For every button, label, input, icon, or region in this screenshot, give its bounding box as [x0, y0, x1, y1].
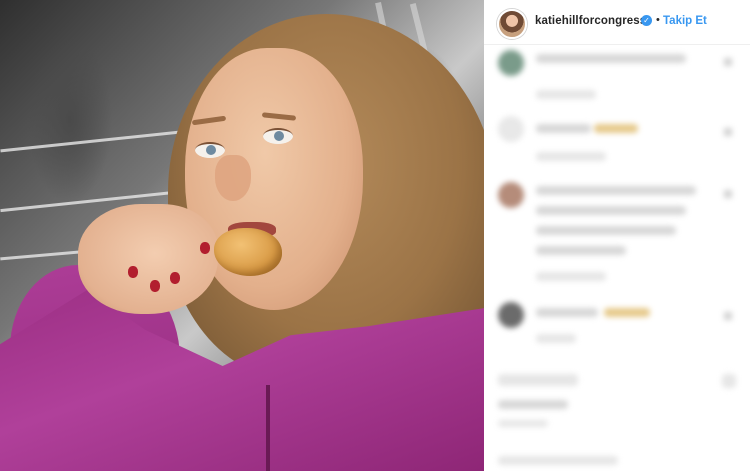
nose — [215, 155, 251, 201]
likes-count-blurred — [498, 400, 568, 409]
post-side-panel: katiehillforcongress ✓ • Takip Et — [484, 0, 750, 471]
verified-badge-icon: ✓ — [641, 15, 652, 26]
comment-text-blurred — [536, 54, 686, 63]
comment-text-blurred — [594, 124, 638, 133]
heart-icon — [724, 190, 732, 198]
comment-meta-blurred — [536, 90, 596, 99]
timestamp-blurred — [498, 420, 548, 427]
heart-icon — [724, 128, 732, 136]
comment-avatar — [498, 182, 524, 208]
hand — [78, 204, 218, 314]
right-eye — [263, 128, 293, 144]
fingernail — [170, 272, 180, 284]
fingernail — [128, 266, 138, 278]
separator-dot: • — [656, 14, 660, 26]
follow-button[interactable]: Takip Et — [663, 15, 707, 27]
comment-text-blurred — [536, 246, 626, 255]
zipper — [266, 385, 270, 471]
heart-icon — [724, 58, 732, 66]
fingernail — [150, 280, 160, 292]
comment-avatar — [498, 302, 524, 328]
profile-avatar[interactable] — [497, 9, 527, 39]
comment-meta-blurred — [536, 152, 606, 161]
add-comment-blurred — [498, 456, 618, 465]
post-photo[interactable] — [0, 0, 484, 471]
comment-avatar — [498, 50, 524, 76]
comment-avatar — [498, 116, 524, 142]
left-eye — [195, 142, 225, 158]
comment-text-blurred — [604, 308, 650, 317]
heart-icon — [724, 312, 732, 320]
comment-meta-blurred — [536, 334, 576, 343]
comment-text-blurred — [536, 226, 676, 235]
comment-text-blurred — [536, 124, 591, 133]
comment-text-blurred — [536, 186, 696, 195]
chicken-nugget — [214, 228, 282, 276]
comment-text-blurred — [536, 206, 686, 215]
fingernail — [200, 242, 210, 254]
post-header: katiehillforcongress ✓ • Takip Et — [484, 0, 750, 45]
action-icons-blurred — [498, 374, 578, 386]
username-link[interactable]: katiehillforcongress — [535, 15, 646, 27]
comment-text-blurred — [536, 308, 598, 317]
comment-meta-blurred — [536, 272, 606, 281]
comments-list-blurred — [484, 44, 750, 471]
bookmark-icon — [722, 374, 736, 388]
